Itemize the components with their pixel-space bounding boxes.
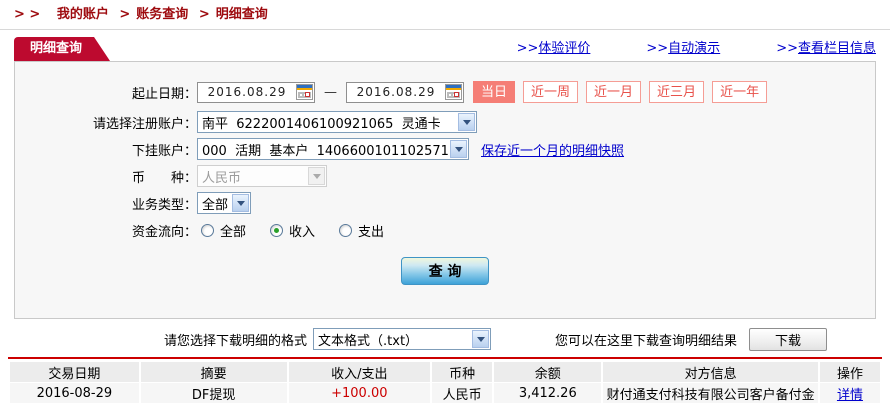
- start-date-input[interactable]: 2016.08.29: [197, 81, 315, 103]
- table-row: 2016-08-29 DF提现 +100.00 人民币 3,412.26 财付通…: [10, 383, 880, 403]
- download-format-label: 请您选择下载明细的格式: [164, 333, 308, 349]
- breadcrumb-separator: >: [119, 7, 131, 22]
- register-account-value: 南平 6222001406100921065 灵通卡: [202, 116, 441, 132]
- cell-summary: DF提现: [140, 383, 287, 403]
- currency-row: 币 种： 人民币: [15, 165, 875, 187]
- biz-type-select[interactable]: 全部: [197, 192, 251, 214]
- quick-range-3months-button[interactable]: 近三月: [649, 81, 705, 103]
- date-range-label: 起止日期：: [131, 86, 197, 102]
- fund-flow-label: 资金流向：: [131, 224, 197, 240]
- header-summary: 摘要: [140, 362, 287, 382]
- sub-account-value: 000 活期 基本户 1406600101102571848: [202, 143, 449, 159]
- flow-radio-expense[interactable]: 支出: [339, 221, 384, 240]
- cell-amount: +100.00: [288, 383, 431, 403]
- quick-range-year-button[interactable]: 近一年: [712, 81, 768, 103]
- fund-flow-row: 资金流向： 全部 收入 支出: [15, 219, 875, 241]
- end-date-value: 2016.08.29: [356, 85, 436, 99]
- sub-account-select[interactable]: 000 活期 基本户 1406600101102571848: [197, 138, 469, 160]
- download-row: 请您选择下载明细的格式 文本格式（.txt） 您可以在这里下载查询明细结果 下载: [164, 327, 890, 351]
- quick-range-today-button[interactable]: 当日: [473, 81, 516, 103]
- breadcrumb-item-detail-query[interactable]: 明细查询: [216, 7, 268, 22]
- detail-link[interactable]: 详情: [837, 388, 863, 403]
- sub-account-row: 下挂账户： 000 活期 基本户 1406600101102571848 保存近…: [15, 138, 875, 160]
- dropdown-arrow-icon[interactable]: [458, 113, 475, 131]
- currency-select: 人民币: [197, 165, 327, 187]
- cell-balance: 3,412.26: [494, 383, 602, 403]
- register-account-label: 请选择注册账户：: [92, 116, 197, 132]
- header-currency: 币种: [432, 362, 493, 382]
- download-format-select[interactable]: 文本格式（.txt）: [313, 328, 492, 350]
- sub-account-label: 下挂账户：: [131, 143, 197, 159]
- biz-type-row: 业务类型： 全部: [15, 192, 875, 214]
- header-counterparty: 对方信息: [603, 362, 818, 382]
- breadcrumb-prefix: > >: [14, 7, 41, 22]
- download-hint-text: 您可以在这里下载查询明细结果: [555, 333, 738, 349]
- currency-value: 人民币: [202, 170, 242, 186]
- cell-currency: 人民币: [432, 383, 493, 403]
- quick-range-month-button[interactable]: 近一月: [586, 81, 642, 103]
- breadcrumb-item-account-query[interactable]: 账务查询: [136, 7, 188, 22]
- link-experience-rating[interactable]: >>体验评价: [517, 37, 591, 56]
- date-range-separator: —: [324, 84, 337, 100]
- query-form-panel: 起止日期： 2016.08.29 — 2016.08.29 当日 近一周 近一月…: [14, 61, 876, 319]
- dropdown-arrow-icon[interactable]: [450, 140, 467, 158]
- start-date-value: 2016.08.29: [207, 85, 287, 99]
- register-account-select[interactable]: 南平 6222001406100921065 灵通卡: [197, 111, 477, 133]
- dropdown-arrow-icon[interactable]: [232, 194, 249, 212]
- dropdown-arrow-icon[interactable]: [472, 330, 490, 348]
- tab-row: 明细查询 >>体验评价 >>自动演示 >>查看栏目信息: [0, 30, 890, 61]
- radio-checked-icon: [270, 223, 284, 237]
- table-header-row: 交易日期 摘要 收入/支出 币种 余额 对方信息 操作: [10, 362, 880, 382]
- calendar-icon[interactable]: [445, 84, 462, 100]
- cell-counterparty: 财付通支付科技有限公司客户备付金: [603, 383, 818, 403]
- dropdown-arrow-icon: [308, 167, 325, 185]
- flow-radio-income[interactable]: 收入: [270, 221, 315, 240]
- transactions-table: 交易日期 摘要 收入/支出 币种 余额 对方信息 操作 2016-08-29 D…: [8, 361, 882, 403]
- header-action: 操作: [819, 362, 880, 382]
- cell-date: 2016-08-29: [10, 383, 139, 403]
- top-links: >>体验评价 >>自动演示 >>查看栏目信息: [517, 37, 876, 56]
- currency-label: 币 种：: [131, 170, 197, 186]
- link-view-column-info[interactable]: >>查看栏目信息: [776, 37, 876, 56]
- tab-detail-query[interactable]: 明细查询: [14, 37, 110, 61]
- header-amount: 收入/支出: [288, 362, 431, 382]
- header-date: 交易日期: [10, 362, 139, 382]
- result-table-section: 交易日期 摘要 收入/支出 币种 余额 对方信息 操作 2016-08-29 D…: [8, 357, 882, 403]
- date-range-row: 起止日期： 2016.08.29 — 2016.08.29 当日 近一周 近一月…: [15, 81, 875, 103]
- biz-type-value: 全部: [202, 197, 229, 213]
- download-button[interactable]: 下载: [749, 327, 828, 351]
- radio-icon: [339, 223, 353, 237]
- end-date-input[interactable]: 2016.08.29: [346, 81, 464, 103]
- link-auto-demo[interactable]: >>自动演示: [646, 37, 720, 56]
- breadcrumb-item-my-account[interactable]: 我的账户: [57, 7, 109, 22]
- breadcrumb: > > 我的账户 > 账务查询 > 明细查询: [0, 0, 890, 30]
- biz-type-label: 业务类型：: [131, 197, 197, 213]
- query-button[interactable]: 查 询: [401, 257, 489, 285]
- header-balance: 余额: [494, 362, 602, 382]
- quick-range-week-button[interactable]: 近一周: [523, 81, 579, 103]
- radio-icon: [201, 223, 214, 237]
- calendar-icon[interactable]: [296, 84, 313, 100]
- breadcrumb-separator: >: [198, 7, 210, 22]
- save-monthly-snapshot-link[interactable]: 保存近一个月的明细快照: [481, 140, 624, 159]
- download-format-value: 文本格式（.txt）: [318, 333, 419, 349]
- flow-radio-all[interactable]: 全部: [201, 221, 246, 240]
- register-account-row: 请选择注册账户： 南平 6222001406100921065 灵通卡: [15, 111, 875, 133]
